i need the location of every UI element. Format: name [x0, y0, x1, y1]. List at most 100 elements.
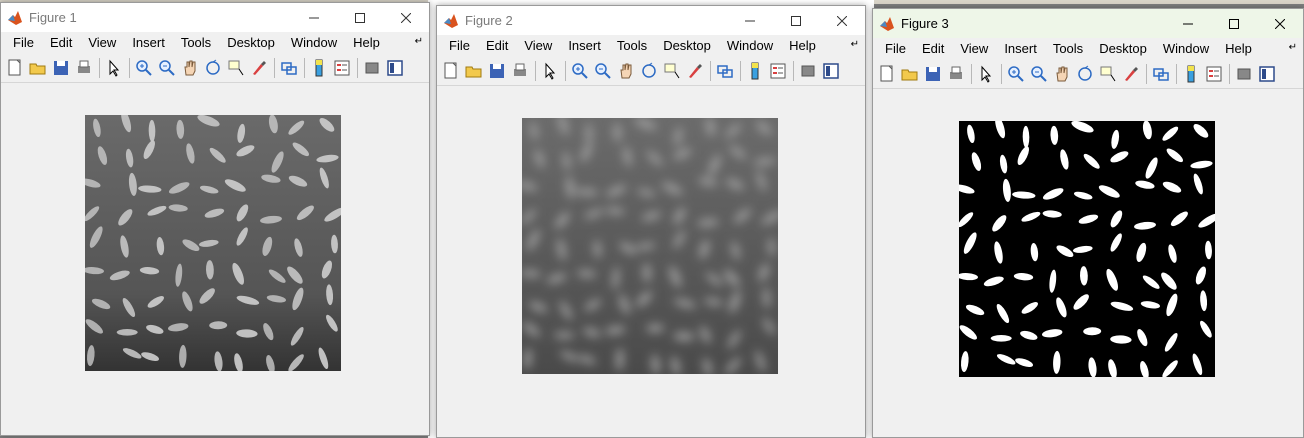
menu-view[interactable]: View — [80, 32, 124, 54]
rotate-3d-button[interactable] — [1074, 63, 1096, 85]
link-plot-button[interactable] — [1150, 63, 1172, 85]
rotate-3d-button[interactable] — [202, 57, 224, 79]
print-button[interactable] — [73, 57, 95, 79]
show-plot-tools-button[interactable] — [820, 60, 842, 82]
figure-canvas[interactable] — [873, 89, 1303, 437]
zoom-out-icon — [1031, 66, 1047, 82]
title-bar[interactable]: Figure 1 — [1, 3, 429, 32]
new-figure-button[interactable] — [440, 60, 462, 82]
menu-desktop[interactable]: Desktop — [1091, 38, 1155, 60]
menu-desktop[interactable]: Desktop — [655, 35, 719, 57]
menu-help[interactable]: Help — [781, 35, 824, 57]
new-figure-icon — [8, 59, 21, 76]
menu-view[interactable]: View — [516, 35, 560, 57]
zoom-in-button[interactable] — [569, 60, 591, 82]
close-button[interactable] — [1257, 9, 1303, 38]
menu-desktop[interactable]: Desktop — [219, 32, 283, 54]
dock-arrow-icon[interactable]: ↵ — [415, 36, 423, 47]
print-button[interactable] — [509, 60, 531, 82]
save-button[interactable] — [486, 60, 508, 82]
maximize-button[interactable] — [773, 6, 819, 35]
zoom-in-button[interactable] — [1005, 63, 1027, 85]
figure-canvas[interactable] — [1, 83, 429, 435]
menu-help[interactable]: Help — [1217, 38, 1260, 60]
legend-button[interactable] — [1203, 63, 1225, 85]
save-button[interactable] — [50, 57, 72, 79]
figure-toolbar — [873, 60, 1303, 89]
close-button[interactable] — [383, 3, 429, 32]
legend-button[interactable] — [767, 60, 789, 82]
menu-tools[interactable]: Tools — [173, 32, 219, 54]
zoom-in-icon — [572, 63, 588, 79]
menu-insert[interactable]: Insert — [124, 32, 173, 54]
print-button[interactable] — [945, 63, 967, 85]
rotate-3d-button[interactable] — [638, 60, 660, 82]
open-file-button[interactable] — [463, 60, 485, 82]
maximize-button[interactable] — [1211, 9, 1257, 38]
hide-plot-tools-button[interactable] — [1233, 63, 1255, 85]
save-button[interactable] — [922, 63, 944, 85]
minimize-button[interactable] — [1165, 9, 1211, 38]
menu-edit[interactable]: Edit — [478, 35, 516, 57]
dock-arrow-icon[interactable]: ↵ — [1289, 42, 1297, 53]
menu-help[interactable]: Help — [345, 32, 388, 54]
minimize-icon — [1183, 23, 1193, 24]
new-figure-button[interactable] — [876, 63, 898, 85]
title-bar[interactable]: Figure 2 — [437, 6, 865, 35]
hide-plot-tools-button[interactable] — [361, 57, 383, 79]
data-cursor-button[interactable] — [225, 57, 247, 79]
print-icon — [514, 63, 526, 76]
link-plot-button[interactable] — [278, 57, 300, 79]
edit-plot-button[interactable] — [975, 63, 997, 85]
hide-plot-tools-button[interactable] — [797, 60, 819, 82]
menu-insert[interactable]: Insert — [560, 35, 609, 57]
menu-tools[interactable]: Tools — [609, 35, 655, 57]
figure-window-3[interactable]: Figure 3 File Edit View Insert Tools Des… — [872, 8, 1304, 438]
new-figure-button[interactable] — [4, 57, 26, 79]
data-cursor-button[interactable] — [661, 60, 683, 82]
close-button[interactable] — [819, 6, 865, 35]
edit-plot-button[interactable] — [539, 60, 561, 82]
data-cursor-button[interactable] — [1097, 63, 1119, 85]
colorbar-button[interactable] — [744, 60, 766, 82]
menu-window[interactable]: Window — [283, 32, 345, 54]
show-plot-tools-button[interactable] — [384, 57, 406, 79]
pan-button[interactable] — [179, 57, 201, 79]
show-plot-tools-button[interactable] — [1256, 63, 1278, 85]
brush-button[interactable] — [248, 57, 270, 79]
dock-arrow-icon[interactable]: ↵ — [851, 39, 859, 50]
figure-window-2[interactable]: Figure 2 File Edit View Insert Tools Des… — [436, 5, 866, 438]
maximize-button[interactable] — [337, 3, 383, 32]
colorbar-button[interactable] — [1180, 63, 1202, 85]
menu-view[interactable]: View — [952, 38, 996, 60]
menu-file[interactable]: File — [5, 32, 42, 54]
minimize-button[interactable] — [291, 3, 337, 32]
open-file-button[interactable] — [899, 63, 921, 85]
legend-button[interactable] — [331, 57, 353, 79]
edit-plot-button[interactable] — [103, 57, 125, 79]
zoom-out-button[interactable] — [1028, 63, 1050, 85]
menu-edit[interactable]: Edit — [42, 32, 80, 54]
matlab-icon — [444, 13, 458, 28]
link-plot-button[interactable] — [714, 60, 736, 82]
menu-file[interactable]: File — [877, 38, 914, 60]
brush-button[interactable] — [684, 60, 706, 82]
menu-window[interactable]: Window — [1155, 38, 1217, 60]
open-file-button[interactable] — [27, 57, 49, 79]
title-bar[interactable]: Figure 3 — [873, 9, 1303, 38]
zoom-in-button[interactable] — [133, 57, 155, 79]
menu-file[interactable]: File — [441, 35, 478, 57]
pan-button[interactable] — [615, 60, 637, 82]
figure-window-1[interactable]: Figure 1 File Edit View Insert Tools Des… — [0, 2, 430, 436]
brush-button[interactable] — [1120, 63, 1142, 85]
zoom-out-button[interactable] — [156, 57, 178, 79]
colorbar-button[interactable] — [308, 57, 330, 79]
zoom-out-button[interactable] — [592, 60, 614, 82]
menu-window[interactable]: Window — [719, 35, 781, 57]
figure-canvas[interactable] — [437, 86, 865, 437]
menu-insert[interactable]: Insert — [996, 38, 1045, 60]
minimize-button[interactable] — [727, 6, 773, 35]
menu-edit[interactable]: Edit — [914, 38, 952, 60]
menu-tools[interactable]: Tools — [1045, 38, 1091, 60]
pan-button[interactable] — [1051, 63, 1073, 85]
